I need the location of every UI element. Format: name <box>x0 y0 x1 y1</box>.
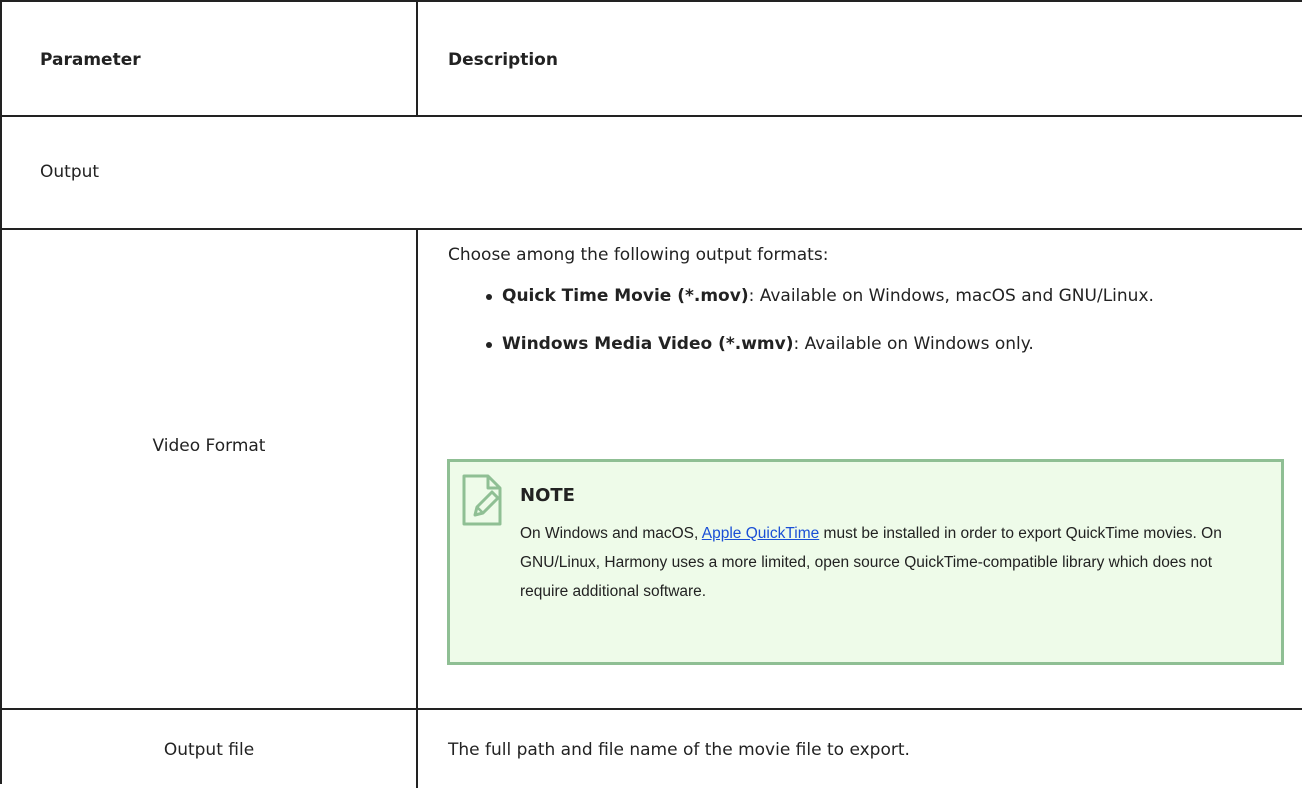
table-row-video-format: Video Format Choose among the following … <box>2 230 1302 710</box>
apple-quicktime-link[interactable]: Apple QuickTime <box>702 525 819 542</box>
note-text: On Windows and macOS, Apple QuickTime mu… <box>520 519 1260 606</box>
column-divider <box>416 230 418 708</box>
format-detail: : Available on Windows only. <box>793 334 1034 354</box>
bullet-icon <box>486 342 492 348</box>
column-divider <box>416 710 418 788</box>
output-file-description: The full path and file name of the movie… <box>448 740 910 760</box>
section-row-output: Output <box>2 117 1302 230</box>
list-item: Windows Media Video (*.wmv): Available o… <box>486 329 1276 359</box>
section-label: Output <box>40 162 100 182</box>
format-name: Windows Media Video (*.wmv) <box>502 334 794 354</box>
format-list: Quick Time Movie (*.mov): Available on W… <box>486 281 1276 377</box>
header-description: Description <box>448 50 558 70</box>
note-text-before: On Windows and macOS, <box>520 525 702 542</box>
note-callout: NOTE On Windows and macOS, Apple QuickTi… <box>447 459 1284 665</box>
format-detail: : Available on Windows, macOS and GNU/Li… <box>748 286 1154 306</box>
parameters-table: Parameter Description Output Video Forma… <box>0 0 1302 788</box>
parameter-output-file: Output file <box>163 740 255 760</box>
column-divider <box>416 2 418 115</box>
video-format-intro: Choose among the following output format… <box>448 245 829 265</box>
bullet-icon <box>486 294 492 300</box>
note-title: NOTE <box>520 485 575 506</box>
parameter-video-format: Video Format <box>152 436 266 456</box>
header-parameter: Parameter <box>40 50 141 70</box>
table-header-row: Parameter Description <box>2 2 1302 117</box>
table-row-output-file: Output file The full path and file name … <box>2 710 1302 788</box>
list-item: Quick Time Movie (*.mov): Available on W… <box>486 281 1276 311</box>
note-edit-icon <box>462 474 502 526</box>
format-name: Quick Time Movie (*.mov) <box>502 286 749 306</box>
